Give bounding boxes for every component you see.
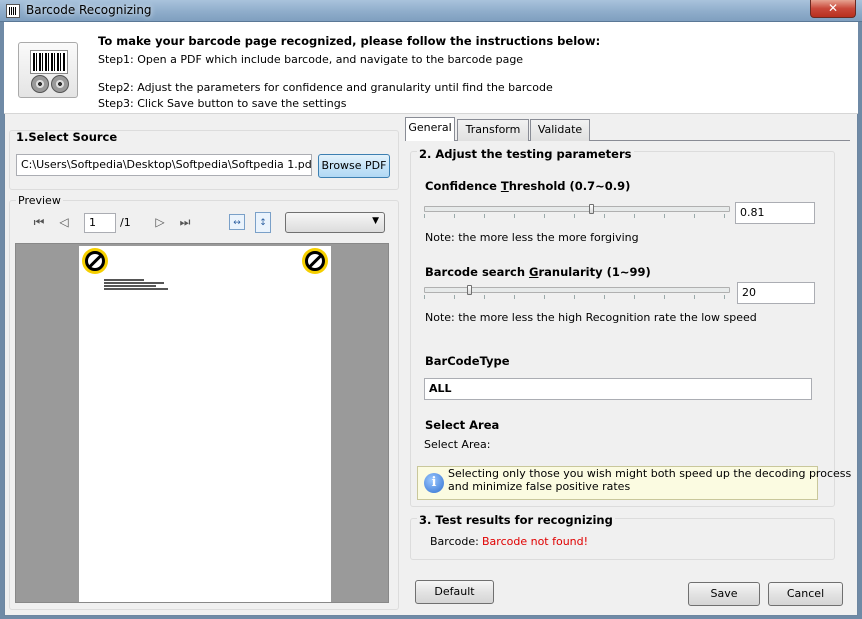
barcode-type-field[interactable]: ALL <box>424 378 812 400</box>
close-button[interactable]: ✕ <box>810 0 856 18</box>
select-source-title: 1.Select Source <box>16 130 118 144</box>
granularity-slider-ticks <box>424 295 730 299</box>
page-total: /1 <box>120 216 131 229</box>
default-button[interactable]: Default <box>415 580 494 604</box>
save-button[interactable]: Save <box>688 582 760 606</box>
select-area-sublabel: Select Area: <box>424 438 491 451</box>
page-number-input[interactable]: 1 <box>84 213 116 233</box>
tab-validate[interactable]: Validate <box>530 119 590 141</box>
results-title: 3. Test results for recognizing <box>417 513 615 527</box>
confidence-slider-track[interactable] <box>424 206 730 212</box>
confidence-slider-thumb[interactable] <box>589 204 595 214</box>
prohibited-sign-icon <box>82 248 108 274</box>
fit-height-icon[interactable]: ↕ <box>255 212 271 233</box>
granularity-note: Note: the more less the high Recognition… <box>425 311 757 324</box>
select-area-label: Select Area <box>425 418 500 432</box>
first-page-icon[interactable]: ⏮ <box>31 214 47 230</box>
confidence-slider-ticks <box>424 214 730 218</box>
tab-transform[interactable]: Transform <box>457 119 529 141</box>
previous-page-icon[interactable]: ◁ <box>56 214 72 230</box>
browse-pdf-button[interactable]: Browse PDF <box>318 154 390 178</box>
window-title: Barcode Recognizing <box>26 3 152 17</box>
parameters-title: 2. Adjust the testing parameters <box>417 147 634 161</box>
app-icon <box>6 4 20 18</box>
info-text-line1: Selecting only those you wish might both… <box>448 467 852 480</box>
next-page-icon[interactable]: ▷ <box>152 214 168 230</box>
barcode-result-label: Barcode: <box>430 535 479 548</box>
step2-text: Step2: Adjust the parameters for confide… <box>98 81 553 94</box>
chevron-down-icon: ▼ <box>372 216 379 226</box>
pdf-path-field[interactable]: C:\Users\Softpedia\Desktop\Softpedia\Sof… <box>16 154 312 176</box>
preview-page-text <box>104 278 168 291</box>
zoom-select[interactable]: ▼ <box>285 212 385 233</box>
info-icon: i <box>424 473 444 493</box>
confidence-value-field[interactable]: 0.81 <box>735 202 815 224</box>
last-page-icon[interactable]: ⏭ <box>177 214 193 230</box>
instructions-title: To make your barcode page recognized, pl… <box>98 34 601 48</box>
barcode-type-label: BarCodeType <box>425 354 510 368</box>
cancel-button[interactable]: Cancel <box>768 582 843 606</box>
barcode-result-value: Barcode not found! <box>482 535 589 548</box>
barcode-scanner-icon <box>18 42 78 98</box>
prohibited-sign-icon <box>302 248 328 274</box>
granularity-value-field[interactable]: 20 <box>737 282 815 304</box>
tab-general[interactable]: General <box>405 117 455 141</box>
fit-width-icon[interactable]: ↔ <box>229 214 245 230</box>
step3-text: Step3: Click Save button to save the set… <box>98 97 347 110</box>
confidence-label: Confidence Threshold (0.7~0.9) <box>425 179 631 193</box>
preview-page <box>79 246 331 602</box>
info-text-line2: and minimize false positive rates <box>448 480 631 493</box>
confidence-note: Note: the more less the more forgiving <box>425 231 639 244</box>
granularity-slider-thumb[interactable] <box>466 285 472 295</box>
granularity-label: Barcode search Granularity (1~99) <box>425 265 651 279</box>
preview-title: Preview <box>16 194 63 207</box>
step1-text: Step1: Open a PDF which include barcode,… <box>98 53 524 66</box>
